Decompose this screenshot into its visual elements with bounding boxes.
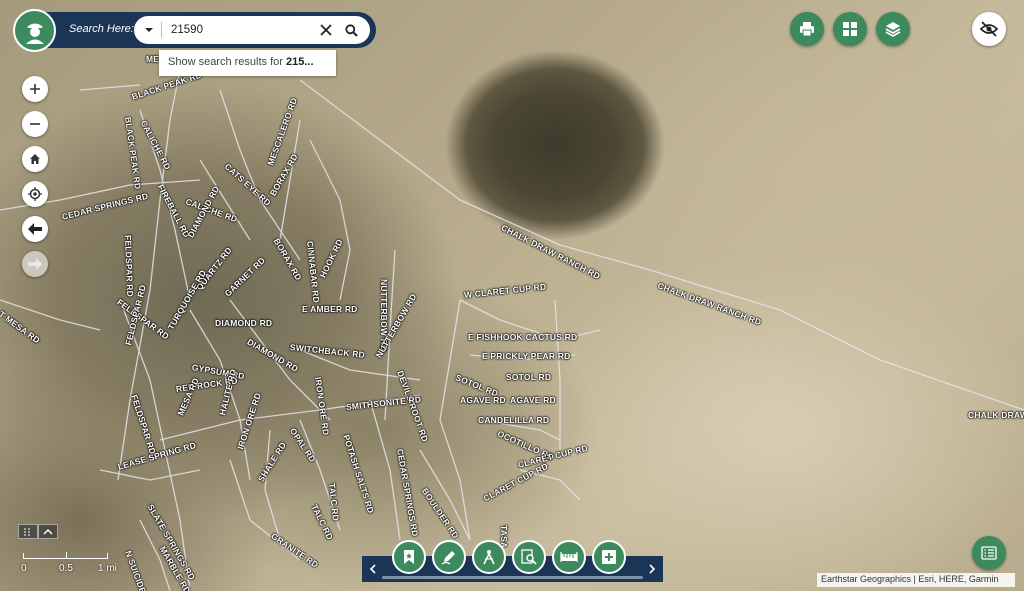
map-attribution: Earthstar Geographics | Esri, HERE, Garm… bbox=[817, 573, 1015, 587]
print-button[interactable] bbox=[790, 12, 824, 46]
add-content-tool-button[interactable] bbox=[592, 540, 626, 574]
road-label: E AMBER RD bbox=[302, 304, 358, 314]
arrow-right-icon bbox=[28, 258, 42, 270]
road-label: AGAVE RD bbox=[460, 395, 506, 405]
bookmark-icon bbox=[404, 550, 414, 564]
next-extent-button[interactable] bbox=[22, 251, 48, 277]
search-suggestion[interactable]: Show search results for 215... bbox=[159, 50, 336, 76]
ranger-avatar-icon bbox=[25, 23, 44, 44]
road-label: SOTOL RD bbox=[506, 372, 552, 382]
search-bar: Search Here: bbox=[34, 12, 376, 48]
close-icon bbox=[320, 24, 332, 36]
chevron-left-icon bbox=[369, 564, 376, 574]
measure-tool-button[interactable] bbox=[472, 540, 506, 574]
toolbar-scroll-left[interactable] bbox=[366, 562, 380, 576]
search-button[interactable] bbox=[342, 21, 360, 39]
ruler-icon bbox=[560, 552, 578, 562]
pencil-icon bbox=[441, 551, 455, 565]
road-label: FELDSPAR RD bbox=[123, 234, 136, 298]
search-label: Search Here: bbox=[69, 23, 134, 35]
zoom-in-button[interactable] bbox=[22, 76, 48, 102]
clear-search-button[interactable] bbox=[317, 21, 335, 39]
bookmark-tool-button[interactable] bbox=[392, 540, 426, 574]
road-label: E PRICKLY PEAR RD bbox=[482, 351, 571, 361]
search-divider bbox=[161, 22, 162, 38]
legend-button[interactable] bbox=[972, 536, 1006, 570]
road-label: CHALK DRAW RD bbox=[968, 410, 1024, 420]
search-source-dropdown[interactable] bbox=[140, 21, 158, 39]
chevron-up-icon bbox=[38, 524, 58, 539]
toolbar-scroll-right[interactable] bbox=[645, 562, 659, 576]
scale-grid-icon bbox=[18, 524, 38, 539]
scale-label-end: 1 mi bbox=[98, 563, 117, 574]
draw-tool-button[interactable] bbox=[432, 540, 466, 574]
satellite-map[interactable]: BLACK PEAK RD BLACK PEAK RD CALICHE RD C… bbox=[0, 0, 1024, 591]
search-input[interactable] bbox=[171, 20, 311, 40]
app-logo[interactable] bbox=[13, 9, 56, 52]
toggle-visibility-button[interactable] bbox=[972, 12, 1006, 46]
search-box bbox=[134, 16, 370, 44]
layers-button[interactable] bbox=[876, 12, 910, 46]
printer-icon bbox=[800, 22, 814, 37]
road-label: ME bbox=[146, 54, 160, 64]
road-label: CANDELILLA RD bbox=[478, 415, 550, 425]
suggestion-text: Show search results for bbox=[168, 56, 286, 68]
scale-bar bbox=[23, 552, 108, 559]
crosshair-icon bbox=[28, 187, 42, 201]
zoom-out-button[interactable] bbox=[22, 111, 48, 137]
road-label: E FISHHOOK CACTUS RD bbox=[468, 332, 578, 342]
minus-icon bbox=[30, 123, 40, 125]
list-icon bbox=[981, 546, 997, 560]
home-icon bbox=[30, 154, 40, 164]
road-label: DIAMOND RD bbox=[215, 318, 273, 328]
chevron-right-icon bbox=[649, 564, 656, 574]
locate-button[interactable] bbox=[22, 181, 48, 207]
arrow-left-icon bbox=[28, 223, 42, 235]
basemap-gallery-button[interactable] bbox=[833, 12, 867, 46]
caret-down-icon bbox=[145, 28, 153, 32]
eye-off-icon bbox=[980, 21, 998, 37]
scale-label-start: 0 bbox=[21, 563, 27, 574]
suggestion-term: 215... bbox=[286, 56, 314, 68]
measure-distance-tool-button[interactable] bbox=[552, 540, 586, 574]
road-label: AGAVE RD bbox=[510, 395, 556, 405]
grid-icon bbox=[843, 22, 857, 36]
compass-icon bbox=[483, 550, 495, 565]
scale-unit-toggle[interactable] bbox=[18, 524, 58, 539]
previous-extent-button[interactable] bbox=[22, 216, 48, 242]
home-button[interactable] bbox=[22, 146, 48, 172]
plus-icon bbox=[30, 84, 40, 94]
layers-icon bbox=[885, 22, 901, 37]
query-tool-button[interactable] bbox=[512, 540, 546, 574]
toolbar-scrollbar[interactable] bbox=[382, 576, 643, 579]
add-box-icon bbox=[602, 550, 616, 564]
search-icon bbox=[344, 23, 358, 37]
scale-label-mid: 0.5 bbox=[59, 563, 73, 574]
magnify-doc-icon bbox=[521, 549, 537, 565]
